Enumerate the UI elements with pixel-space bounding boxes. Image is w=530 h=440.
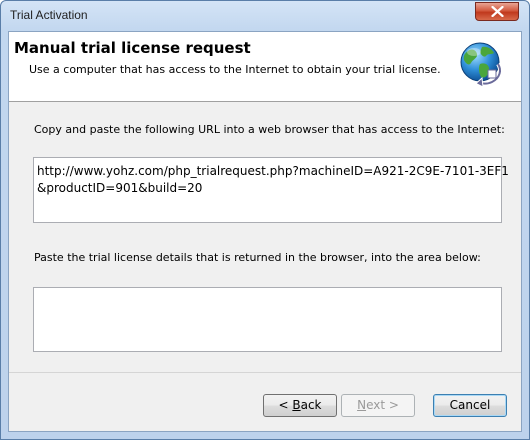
back-button-mnemonic: B: [292, 398, 301, 412]
request-url-line-1: http://www.yohz.com/php_trialrequest.php…: [37, 164, 509, 178]
license-instruction-label: Paste the trial license details that is …: [34, 251, 481, 264]
license-details-textbox[interactable]: [33, 287, 502, 352]
button-separator: [9, 372, 521, 373]
title-bar[interactable]: Trial Activation: [1, 1, 529, 31]
close-button[interactable]: [475, 2, 519, 21]
cancel-button-label: Cancel: [449, 398, 491, 412]
globe-arrow-icon: [460, 42, 502, 88]
page-title: Manual trial license request: [14, 39, 251, 57]
back-button[interactable]: < Back: [263, 394, 337, 417]
trial-activation-window: Trial Activation Manual trial license re…: [0, 0, 530, 440]
next-button[interactable]: Next >: [341, 394, 415, 417]
dialog-client-area: Manual trial license request Use a compu…: [8, 31, 522, 432]
back-button-prefix: <: [278, 398, 293, 412]
request-url-line-2: &productID=901&build=20: [37, 181, 203, 195]
next-button-label: ext >: [366, 398, 399, 412]
window-title: Trial Activation: [10, 8, 88, 22]
close-icon: [491, 6, 504, 17]
page-subtitle: Use a computer that has access to the In…: [29, 63, 441, 76]
request-url-textbox[interactable]: http://www.yohz.com/php_trialrequest.php…: [33, 157, 509, 223]
next-button-mnemonic: N: [357, 398, 367, 412]
url-instruction-label: Copy and paste the following URL into a …: [34, 123, 505, 136]
wizard-header: Manual trial license request Use a compu…: [9, 32, 521, 102]
cancel-button[interactable]: Cancel: [433, 394, 507, 417]
back-button-label: ack: [300, 398, 322, 412]
